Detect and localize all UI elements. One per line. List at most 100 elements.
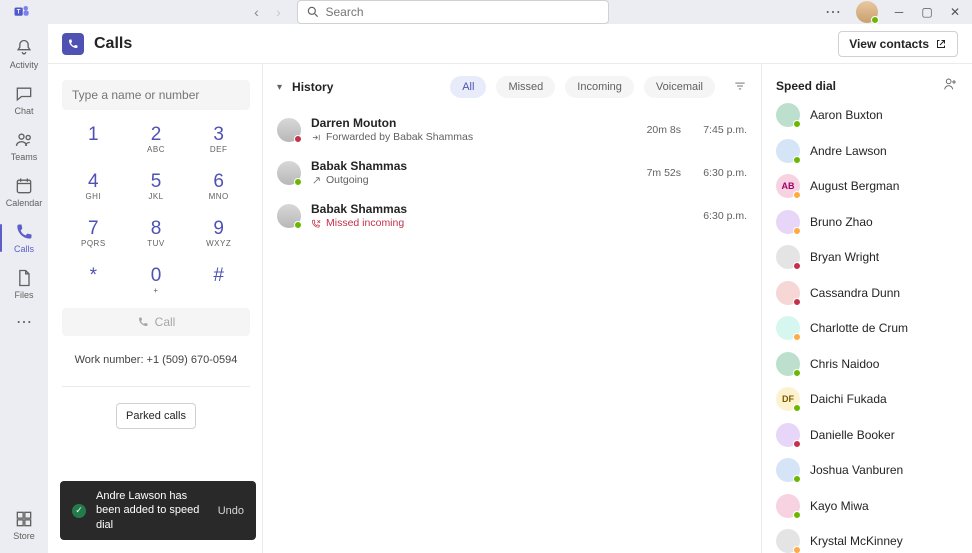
speed-dial-contact[interactable]: Kayo Miwa xyxy=(776,494,958,518)
rail-chat[interactable]: Chat xyxy=(0,78,48,122)
dialpad-key-#[interactable]: # xyxy=(187,261,250,300)
dialpad-key-8[interactable]: 8TUV xyxy=(125,214,188,253)
key-digit: 1 xyxy=(62,124,125,146)
contact-name: August Bergman xyxy=(810,179,899,193)
rail-label: Files xyxy=(14,290,33,300)
undo-button[interactable]: Undo xyxy=(218,505,244,517)
contact-name: Bryan Wright xyxy=(810,250,879,264)
dialpad-key-0[interactable]: 0+ xyxy=(125,261,188,300)
rail-teams[interactable]: Teams xyxy=(0,124,48,168)
key-digit: 8 xyxy=(125,218,188,240)
dialpad-key-1[interactable]: 1 xyxy=(62,120,125,159)
history-row[interactable]: Darren MoutonForwarded by Babak Shammas2… xyxy=(277,108,747,151)
close-button[interactable]: ✕ xyxy=(948,5,962,19)
call-label: Call xyxy=(155,315,176,329)
caller-avatar xyxy=(277,118,301,142)
titlebar: T ‹ › ⋯ ─ ▢ ✕ xyxy=(0,0,972,24)
call-subtext: Forwarded by Babak Shammas xyxy=(311,131,625,143)
rail-files[interactable]: Files xyxy=(0,262,48,306)
filter-label: Missed xyxy=(508,81,543,93)
phone-icon xyxy=(14,222,34,242)
dial-input[interactable] xyxy=(62,80,250,110)
key-letters xyxy=(62,145,125,155)
speed-dial-contact[interactable]: Andre Lawson xyxy=(776,139,958,163)
contact-avatar xyxy=(776,245,800,269)
user-avatar[interactable] xyxy=(856,1,878,23)
key-digit: * xyxy=(62,265,125,287)
dialpad-key-5[interactable]: 5JKL xyxy=(125,167,188,206)
speed-dial-contact[interactable]: Bryan Wright xyxy=(776,245,958,269)
people-icon xyxy=(14,130,34,150)
calendar-icon xyxy=(14,176,34,196)
speed-dial-contact[interactable]: Cassandra Dunn xyxy=(776,281,958,305)
caller-avatar xyxy=(277,161,301,185)
key-letters: JKL xyxy=(125,192,188,202)
filter-label: Voicemail xyxy=(656,81,703,93)
divider xyxy=(62,386,250,387)
rail-more[interactable]: ⋯ xyxy=(0,308,48,334)
speed-dial-contact[interactable]: Charlotte de Crum xyxy=(776,316,958,340)
svg-text:T: T xyxy=(17,10,21,16)
history-row[interactable]: Babak ShammasMissed incoming6:30 p.m. xyxy=(277,194,747,237)
contact-avatar xyxy=(776,139,800,163)
key-letters: PQRS xyxy=(62,239,125,249)
search-field[interactable] xyxy=(326,5,600,19)
dialpad-key-3[interactable]: 3DEF xyxy=(187,120,250,159)
rail-label: Teams xyxy=(11,152,38,162)
rail-label: Calls xyxy=(14,244,34,254)
contact-name: Kayo Miwa xyxy=(810,499,869,513)
maximize-button[interactable]: ▢ xyxy=(920,5,934,19)
more-options-button[interactable]: ⋯ xyxy=(825,2,842,22)
contact-avatar xyxy=(776,281,800,305)
speed-dial-contact[interactable]: Chris Naidoo xyxy=(776,352,958,376)
speed-dial-panel: Speed dial Aaron BuxtonAndre LawsonABAug… xyxy=(762,64,972,553)
rail-calendar[interactable]: Calendar xyxy=(0,170,48,214)
speed-dial-contact[interactable]: Joshua Vanburen xyxy=(776,458,958,482)
contact-name: Aaron Buxton xyxy=(810,108,883,122)
history-row[interactable]: Babak ShammasOutgoing7m 52s6:30 p.m. xyxy=(277,151,747,194)
contact-name: Cassandra Dunn xyxy=(810,286,900,300)
rail-activity[interactable]: Activity xyxy=(0,32,48,76)
bell-icon xyxy=(14,38,34,58)
rail-calls[interactable]: Calls xyxy=(0,216,48,260)
contact-name: Daichi Fukada xyxy=(810,392,887,406)
speed-dial-contact[interactable]: ABAugust Bergman xyxy=(776,174,958,198)
search-input[interactable] xyxy=(297,0,609,24)
dialpad-key-2[interactable]: 2ABC xyxy=(125,120,188,159)
nav-forward-button[interactable]: › xyxy=(271,4,287,20)
key-letters: GHI xyxy=(62,192,125,202)
nav-back-button[interactable]: ‹ xyxy=(249,4,265,20)
filter-voicemail[interactable]: Voicemail xyxy=(644,76,715,98)
filter-incoming[interactable]: Incoming xyxy=(565,76,634,98)
dialpad-key-9[interactable]: 9WXYZ xyxy=(187,214,250,253)
teams-logo-icon: T xyxy=(12,2,32,22)
contact-name: Danielle Booker xyxy=(810,428,895,442)
call-time: 7:45 p.m. xyxy=(687,124,747,136)
dialpad-key-*[interactable]: * xyxy=(62,261,125,300)
contact-name: Krystal McKinney xyxy=(810,534,903,548)
view-contacts-button[interactable]: View contacts xyxy=(838,31,958,57)
key-digit: 4 xyxy=(62,171,125,193)
call-subtext: Outgoing xyxy=(311,174,625,186)
parked-calls-button[interactable]: Parked calls xyxy=(116,403,196,429)
add-contact-button[interactable] xyxy=(942,76,958,95)
caller-avatar xyxy=(277,204,301,228)
speed-dial-contact[interactable]: Krystal McKinney xyxy=(776,529,958,553)
minimize-button[interactable]: ─ xyxy=(892,5,906,19)
caller-name: Babak Shammas xyxy=(311,202,625,216)
key-letters: ABC xyxy=(125,145,188,155)
filter-all[interactable]: All xyxy=(450,76,486,98)
rail-store[interactable]: Store xyxy=(0,503,48,547)
call-button[interactable]: Call xyxy=(62,308,250,336)
speed-dial-contact[interactable]: Bruno Zhao xyxy=(776,210,958,234)
collapse-button[interactable]: ▾ xyxy=(277,82,282,93)
filter-missed[interactable]: Missed xyxy=(496,76,555,98)
speed-dial-contact[interactable]: DFDaichi Fukada xyxy=(776,387,958,411)
filter-icon[interactable] xyxy=(733,79,747,96)
dialpad-key-6[interactable]: 6MNO xyxy=(187,167,250,206)
dialpad-key-4[interactable]: 4GHI xyxy=(62,167,125,206)
dialpad-key-7[interactable]: 7PQRS xyxy=(62,214,125,253)
file-icon xyxy=(14,268,34,288)
speed-dial-contact[interactable]: Danielle Booker xyxy=(776,423,958,447)
speed-dial-contact[interactable]: Aaron Buxton xyxy=(776,103,958,127)
